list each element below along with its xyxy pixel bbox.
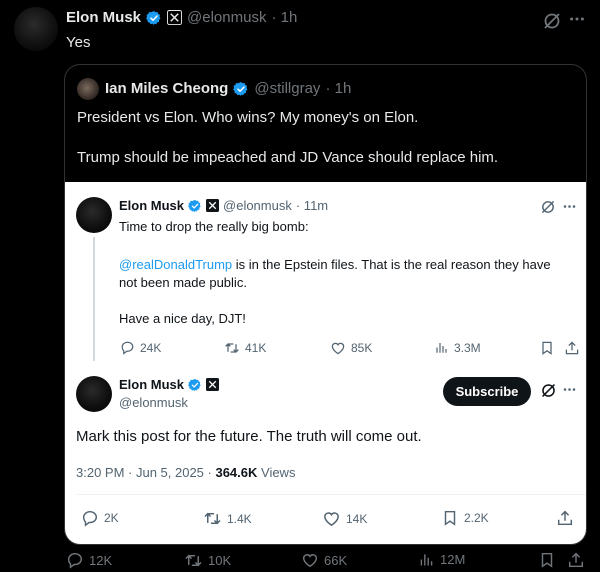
repost-button[interactable]: 1.4K [203, 509, 252, 528]
post-timestamp[interactable]: 3:20 PM · Jun 5, 2025 · 364.6K Views [76, 465, 295, 480]
like-button[interactable]: 85K [330, 340, 372, 356]
views-count: 12M [440, 552, 466, 567]
post-header: Elon Musk [119, 377, 220, 392]
quoted-post-text-line2: Trump should be impeached and JD Vance s… [77, 149, 499, 166]
post-text: Mark this post for the future. The truth… [76, 428, 422, 445]
author-handle[interactable]: @elonmusk [223, 198, 292, 213]
post-header: Elon Musk @elonmusk · 11m [119, 198, 328, 213]
share-icon[interactable] [556, 509, 574, 527]
repost-count: 10K [208, 553, 232, 568]
like-count: 14K [346, 511, 368, 526]
post-text-line2: @realDonaldTrump is in the Epstein files… [119, 257, 551, 272]
post-header: Elon Musk @elonmusk · 1h [66, 9, 297, 26]
reply-count: 2K [104, 511, 119, 525]
post-time[interactable]: · 1h [271, 9, 297, 26]
repost-button[interactable]: 10K [184, 551, 231, 570]
reply-icon [82, 510, 98, 527]
post-text-line1: Time to drop the really big bomb: [119, 219, 309, 234]
reply-button[interactable]: 24K [120, 340, 161, 355]
like-button[interactable]: 66K [301, 551, 347, 569]
quoted-post-header: Ian Miles Cheong @stillgray · 1h [105, 80, 351, 97]
more-options-icon[interactable] [562, 199, 577, 214]
post-text: Yes [66, 34, 91, 51]
repost-count: 41K [245, 341, 267, 355]
like-count: 85K [351, 341, 373, 355]
repost-button[interactable]: 41K [224, 340, 266, 356]
reply-button[interactable]: 2K [81, 509, 119, 527]
grok-icon[interactable] [540, 199, 556, 215]
verified-badge-icon [188, 199, 201, 212]
views-bar-chart-icon [420, 554, 433, 566]
share-icon[interactable] [564, 340, 580, 356]
post-text-line2-rest: is in the Epstein files. That is the rea… [232, 257, 551, 272]
repost-icon [204, 512, 221, 525]
subscribe-button[interactable]: Subscribe [443, 377, 531, 406]
reply-icon [121, 341, 134, 355]
post-time[interactable]: · 1h [325, 80, 351, 97]
views-count: 3.3M [454, 340, 481, 355]
like-count: 66K [324, 552, 348, 568]
quoted-post-card[interactable]: Ian Miles Cheong @stillgray · 1h Preside… [64, 64, 587, 545]
grok-icon[interactable] [542, 11, 562, 31]
x-affiliation-icon [206, 378, 220, 391]
views-bar-chart-icon [436, 343, 447, 353]
quoted-post-text-line1: President vs Elon. Who wins? My money's … [77, 109, 419, 126]
bookmark-icon[interactable] [538, 551, 556, 569]
avatar[interactable] [76, 376, 112, 412]
reply-count: 12K [89, 552, 113, 568]
avatar[interactable] [76, 197, 112, 233]
views-button[interactable]: 3.3M [434, 340, 481, 355]
mention-link[interactable]: @realDonaldTrump [119, 257, 232, 272]
post-time[interactable]: · 11m [296, 198, 328, 213]
like-button[interactable]: 14K [322, 509, 367, 528]
verified-badge-icon [188, 378, 201, 391]
author-handle[interactable]: @stillgray [254, 80, 320, 97]
views-count: 364.6K [215, 465, 258, 480]
verified-badge-icon [146, 10, 161, 25]
bookmark-icon [444, 510, 456, 526]
divider [76, 494, 586, 495]
repost-count: 1.4K [227, 511, 252, 526]
more-options-icon[interactable] [568, 10, 586, 28]
bookmark-icon[interactable] [539, 340, 555, 356]
bookmark-count: 2.2K [464, 511, 489, 525]
heart-icon [331, 342, 345, 355]
repost-icon [185, 554, 202, 567]
author-name[interactable]: Elon Musk [66, 9, 141, 26]
author-name[interactable]: Elon Musk [119, 198, 184, 213]
bookmark-button[interactable]: 2.2K [441, 509, 489, 527]
verified-badge-icon [233, 81, 248, 96]
author-name[interactable]: Elon Musk [119, 377, 184, 392]
grok-icon[interactable] [540, 382, 557, 399]
author-name[interactable]: Ian Miles Cheong [105, 80, 228, 97]
x-affiliation-icon [206, 199, 220, 212]
more-options-icon[interactable] [562, 382, 577, 397]
heart-icon [324, 512, 339, 527]
repost-icon [225, 343, 239, 353]
reply-count: 24K [140, 340, 162, 355]
views-label: Views [257, 465, 296, 480]
author-handle[interactable]: @elonmusk [119, 395, 188, 410]
x-affiliation-icon [167, 10, 183, 25]
author-handle[interactable]: @elonmusk [187, 9, 266, 26]
post-text-line4: Have a nice day, DJT! [119, 311, 246, 326]
post-text-line3: not been made public. [119, 275, 247, 290]
reply-button[interactable]: 12K [66, 551, 112, 569]
share-icon[interactable] [567, 551, 585, 569]
embedded-screenshot: Elon Musk @elonmusk · 11m Time to drop t… [65, 182, 586, 544]
heart-icon [302, 554, 318, 568]
timestamp-text: 3:20 PM · Jun 5, 2025 · [76, 465, 216, 480]
thread-line [93, 237, 95, 361]
avatar[interactable] [77, 78, 99, 100]
views-button[interactable]: 12M [418, 551, 465, 568]
avatar[interactable] [14, 7, 58, 51]
reply-icon [67, 552, 83, 569]
